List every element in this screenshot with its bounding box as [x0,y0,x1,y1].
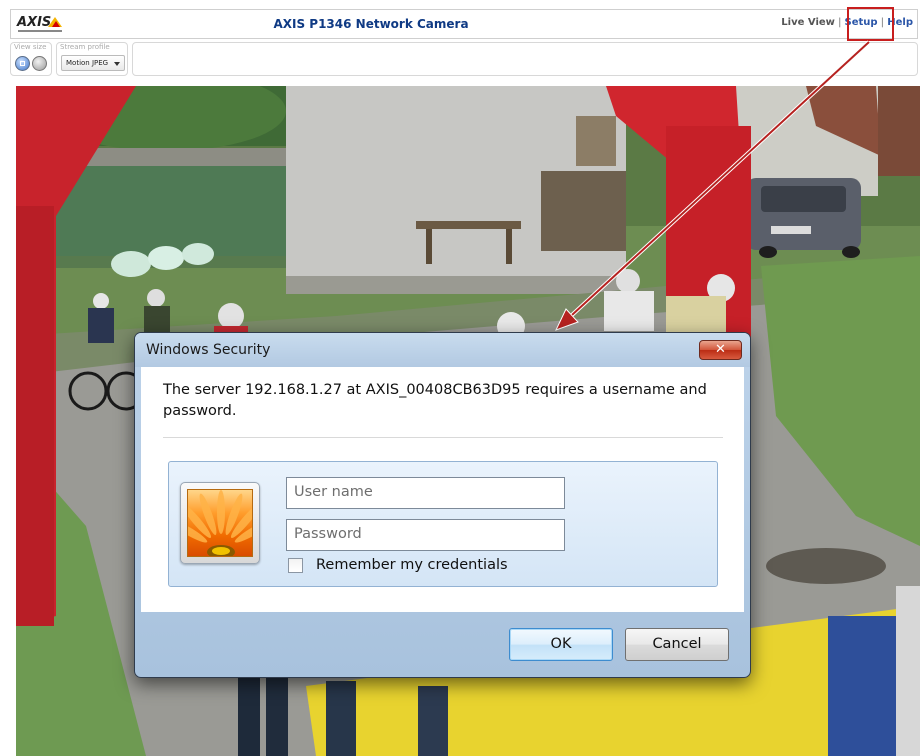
close-icon: ✕ [715,342,726,357]
stream-profile-value: Motion JPEG [66,59,109,67]
user-avatar [187,489,253,557]
view-size-group: View size [10,42,52,76]
flower-icon [188,490,252,556]
stream-profile-label: Stream profile [60,43,110,51]
windows-security-dialog: Windows Security ✕ The server 192.168.1.… [134,332,751,678]
password-input[interactable]: Password [286,519,565,551]
stream-profile-select[interactable]: Motion JPEG [61,55,125,71]
dialog-body: The server 192.168.1.27 at AXIS_00408CB6… [141,367,744,612]
user-account-tile [180,482,260,564]
dialog-title: Windows Security [146,342,271,358]
username-input[interactable]: User name [286,477,565,509]
full-size-icon [20,61,25,66]
remember-credentials-label[interactable]: Remember my credentials [316,557,508,573]
toolbar-empty-panel [132,42,918,76]
ok-button[interactable]: OK [509,628,613,661]
stream-profile-group: Stream profile Motion JPEG [56,42,128,76]
cancel-button[interactable]: Cancel [625,628,729,661]
nav-separator: | [837,17,842,28]
view-toolbar: View size Stream profile Motion JPEG [10,42,918,76]
dialog-divider [163,437,723,438]
view-size-label: View size [14,43,47,51]
screenshot-root: AXIS AXIS P1346 Network Camera Live View… [0,0,920,756]
view-size-scaled-button[interactable] [32,56,47,71]
credential-panel: User name Password Remember my credentia… [168,461,718,587]
nav-live-view-link[interactable]: Live View [781,17,835,28]
chevron-down-icon [114,62,120,66]
dialog-close-button[interactable]: ✕ [699,340,742,360]
dialog-titlebar[interactable]: Windows Security ✕ [135,333,750,367]
camera-title: AXIS P1346 Network Camera [273,17,469,31]
view-size-full-button[interactable] [15,56,30,71]
dialog-message: The server 192.168.1.27 at AXIS_00408CB6… [163,382,707,419]
setup-highlight-box [847,7,894,41]
remember-credentials-checkbox[interactable] [288,558,303,573]
axis-header-bar: AXIS AXIS P1346 Network Camera Live View… [10,9,918,39]
